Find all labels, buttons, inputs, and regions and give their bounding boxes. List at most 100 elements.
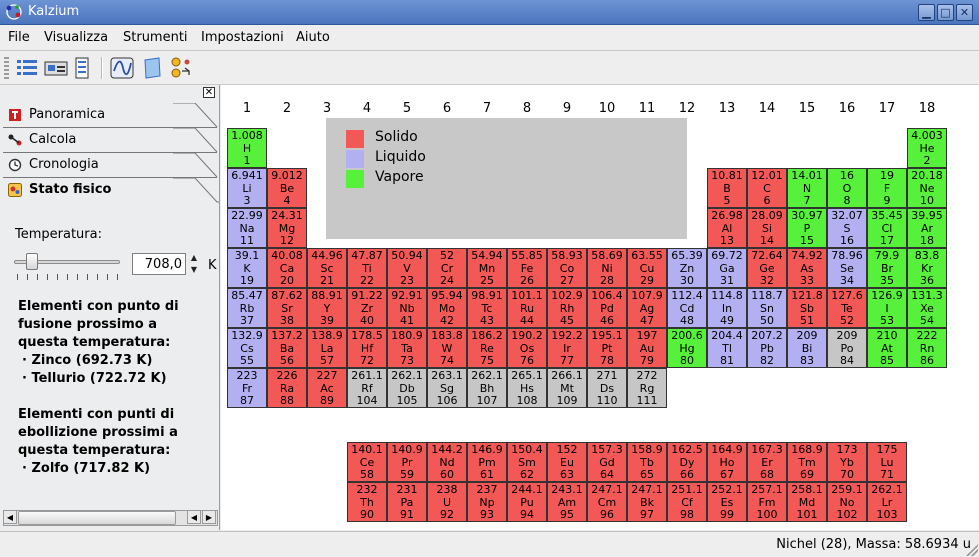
element-c[interactable]: 12.01 C 6: [747, 168, 787, 208]
scroll-left-arrow[interactable]: ◀: [3, 510, 17, 524]
temperature-slider-handle[interactable]: [26, 253, 39, 270]
element-ru[interactable]: 101.1 Ru 44: [507, 288, 547, 328]
element-db[interactable]: 262.1 Db 105: [387, 368, 427, 408]
element-ne[interactable]: 20.18 Ne 10: [907, 168, 947, 208]
element-u[interactable]: 238 U 92: [427, 482, 467, 522]
resize-grip[interactable]: [966, 544, 978, 556]
element-nb[interactable]: 92.91 Nb 41: [387, 288, 427, 328]
element-te[interactable]: 127.6 Te 52: [827, 288, 867, 328]
element-rh[interactable]: 102.9 Rh 45: [547, 288, 587, 328]
scroll-right-arrow[interactable]: ▶: [202, 510, 216, 524]
element-ti[interactable]: 47.87 Ti 22: [347, 248, 387, 288]
element-f[interactable]: 19 F 9: [867, 168, 907, 208]
element-re[interactable]: 186.2 Re 75: [467, 328, 507, 368]
element-pu[interactable]: 244.1 Pu 94: [507, 482, 547, 522]
element-pb[interactable]: 207.2 Pb 82: [747, 328, 787, 368]
element-pt[interactable]: 195.1 Pt 78: [587, 328, 627, 368]
element-se[interactable]: 78.96 Se 34: [827, 248, 867, 288]
element-gd[interactable]: 157.3 Gd 64: [587, 442, 627, 482]
element-w[interactable]: 183.8 W 74: [427, 328, 467, 368]
element-dy[interactable]: 162.5 Dy 66: [667, 442, 707, 482]
element-rb[interactable]: 85.47 Rb 37: [227, 288, 267, 328]
element-lr[interactable]: 262.1 Lr 103: [867, 482, 907, 522]
element-y[interactable]: 88.91 Y 39: [307, 288, 347, 328]
element-ag[interactable]: 107.9 Ag 47: [627, 288, 667, 328]
element-i[interactable]: 126.9 I 53: [867, 288, 907, 328]
element-ce[interactable]: 140.1 Ce 58: [347, 442, 387, 482]
tab-cronologia[interactable]: Cronologia: [3, 153, 218, 178]
element-tc[interactable]: 98.91 Tc 43: [467, 288, 507, 328]
element-pm[interactable]: 146.9 Pm 61: [467, 442, 507, 482]
menu-impostazioni[interactable]: Impostazioni: [201, 30, 284, 45]
element-mg[interactable]: 24.31 Mg 12: [267, 208, 307, 248]
element-sr[interactable]: 87.62 Sr 38: [267, 288, 307, 328]
element-eu[interactable]: 152 Eu 63: [547, 442, 587, 482]
menu-file[interactable]: File: [8, 30, 30, 45]
element-ge[interactable]: 72.64 Ge 32: [747, 248, 787, 288]
element-nd[interactable]: 144.2 Nd 60: [427, 442, 467, 482]
element-md[interactable]: 258.1 Md 101: [787, 482, 827, 522]
menu-visualizza[interactable]: Visualizza: [44, 30, 108, 45]
element-fe[interactable]: 55.85 Fe 26: [507, 248, 547, 288]
element-s[interactable]: 32.07 S 16: [827, 208, 867, 248]
maximize-button[interactable]: □: [937, 4, 954, 21]
element-mn[interactable]: 54.94 Mn 25: [467, 248, 507, 288]
element-hs[interactable]: 265.1 Hs 108: [507, 368, 547, 408]
element-ds[interactable]: 271 Ds 110: [587, 368, 627, 408]
temperature-input[interactable]: [132, 253, 186, 275]
element-h[interactable]: 1.008 H 1: [227, 128, 267, 168]
element-cr[interactable]: 52 Cr 24: [427, 248, 467, 288]
element-in[interactable]: 114.8 In 49: [707, 288, 747, 328]
element-sg[interactable]: 263.1 Sg 106: [427, 368, 467, 408]
element-as[interactable]: 74.92 As 33: [787, 248, 827, 288]
element-sb[interactable]: 121.8 Sb 51: [787, 288, 827, 328]
element-er[interactable]: 167.3 Er 68: [747, 442, 787, 482]
element-si[interactable]: 28.09 Si 14: [747, 208, 787, 248]
close-button[interactable]: ✕: [956, 4, 973, 21]
element-he[interactable]: 4.003 He 2: [907, 128, 947, 168]
element-o[interactable]: 16 O 8: [827, 168, 867, 208]
element-sm[interactable]: 150.4 Sm 62: [507, 442, 547, 482]
element-th[interactable]: 232 Th 90: [347, 482, 387, 522]
element-no[interactable]: 259.1 No 102: [827, 482, 867, 522]
element-hf[interactable]: 178.5 Hf 72: [347, 328, 387, 368]
kalzium-app-icon[interactable]: [5, 3, 23, 21]
element-mt[interactable]: 266.1 Mt 109: [547, 368, 587, 408]
element-al[interactable]: 26.98 Al 13: [707, 208, 747, 248]
element-fm[interactable]: 257.1 Fm 100: [747, 482, 787, 522]
element-b[interactable]: 10.81 B 5: [707, 168, 747, 208]
element-list-icon[interactable]: [69, 55, 95, 81]
element-ra[interactable]: 226 Ra 88: [267, 368, 307, 408]
element-os[interactable]: 190.2 Os 76: [507, 328, 547, 368]
element-au[interactable]: 197 Au 79: [627, 328, 667, 368]
element-pd[interactable]: 106.4 Pd 46: [587, 288, 627, 328]
element-ca[interactable]: 40.08 Ca 20: [267, 248, 307, 288]
element-cl[interactable]: 35.45 Cl 17: [867, 208, 907, 248]
menu-aiuto[interactable]: Aiuto: [296, 30, 330, 45]
element-xe[interactable]: 131.3 Xe 54: [907, 288, 947, 328]
element-rf[interactable]: 261.1 Rf 104: [347, 368, 387, 408]
tab-calcola[interactable]: Calcola: [3, 128, 218, 153]
element-lu[interactable]: 175 Lu 71: [867, 442, 907, 482]
element-zn[interactable]: 65.39 Zn 30: [667, 248, 707, 288]
element-kr[interactable]: 83.8 Kr 36: [907, 248, 947, 288]
element-li[interactable]: 6.941 Li 3: [227, 168, 267, 208]
element-p[interactable]: 30.97 P 15: [787, 208, 827, 248]
element-ga[interactable]: 69.72 Ga 31: [707, 248, 747, 288]
element-sc[interactable]: 44.96 Sc 21: [307, 248, 347, 288]
element-pa[interactable]: 231 Pa 91: [387, 482, 427, 522]
spin-up-button[interactable]: ▲: [187, 252, 201, 263]
tab-panoramica[interactable]: Panoramica: [3, 103, 218, 128]
element-yb[interactable]: 173 Yb 70: [827, 442, 867, 482]
tab-stato-fisico[interactable]: Stato fisico: [3, 178, 219, 203]
element-k[interactable]: 39.1 K 19: [227, 248, 267, 288]
element-bi[interactable]: 209 Bi 83: [787, 328, 827, 368]
toolbar-grip[interactable]: [4, 57, 9, 79]
element-sn[interactable]: 118.7 Sn 50: [747, 288, 787, 328]
sidebar-horizontal-scrollbar[interactable]: ◀ ◀ ▶: [3, 510, 218, 526]
element-ir[interactable]: 192.2 Ir 77: [547, 328, 587, 368]
element-po[interactable]: 209 Po 84: [827, 328, 867, 368]
element-cm[interactable]: 247.1 Cm 96: [587, 482, 627, 522]
element-ac[interactable]: 227 Ac 89: [307, 368, 347, 408]
element-br[interactable]: 79.9 Br 35: [867, 248, 907, 288]
